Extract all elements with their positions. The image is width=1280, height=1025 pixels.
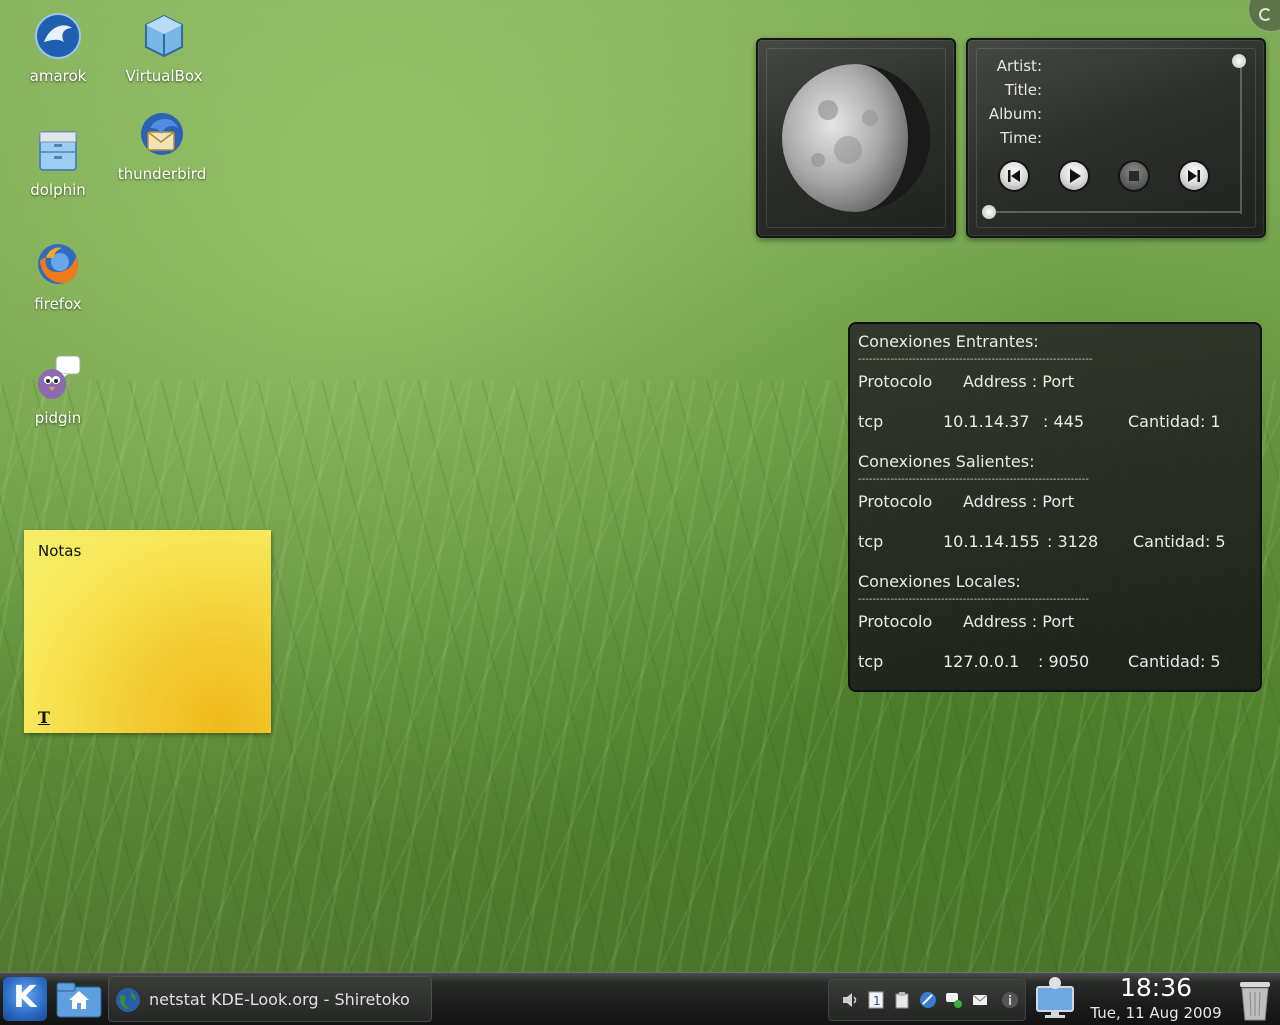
klipper-icon[interactable] xyxy=(893,991,911,1009)
info-icon[interactable] xyxy=(1001,991,1019,1009)
thunderbird-icon xyxy=(141,113,183,155)
firefox-icon xyxy=(38,244,78,284)
stop-icon xyxy=(1129,171,1139,181)
kde-icon: K xyxy=(13,980,37,1015)
protocol-value: tcp xyxy=(858,532,884,551)
seek-slider-track[interactable] xyxy=(990,211,1240,213)
count-value: Cantidad: 5 xyxy=(1133,532,1226,551)
address-header: Address : Port xyxy=(963,612,1074,631)
time-label: Time: xyxy=(1000,129,1042,147)
dolphin-icon xyxy=(39,131,77,171)
count-value: Cantidad: 1 xyxy=(1128,412,1221,431)
protocol-value: tcp xyxy=(858,652,884,671)
globe-icon xyxy=(116,988,140,1012)
task-firefox-window[interactable]: netstat KDE-Look.org - Shiretoko xyxy=(108,976,432,1022)
desktop-icon-label: pidgin xyxy=(34,409,82,427)
chat-icon[interactable] xyxy=(945,991,963,1009)
note-text[interactable]: Notas xyxy=(38,542,81,560)
desktop-icon-firefox[interactable]: firefox xyxy=(12,240,104,314)
port-value: : 3128 xyxy=(1047,532,1099,551)
desktop-icon-amarok[interactable]: amarok xyxy=(12,12,104,86)
address-header: Address : Port xyxy=(963,492,1074,511)
seek-slider-handle[interactable] xyxy=(982,205,996,219)
trash-icon[interactable] xyxy=(1236,976,1274,1022)
desktop-toolbox-button[interactable] xyxy=(1248,0,1280,32)
outgoing-heading: Conexiones Salientes: xyxy=(858,452,1035,471)
clock-date[interactable]: Tue, 11 Aug 2009 xyxy=(1082,1004,1230,1022)
title-label: Title: xyxy=(1004,81,1042,99)
count-value: Cantidad: 5 xyxy=(1128,652,1221,671)
separator: ----------------------------------------… xyxy=(858,474,1089,485)
monitor-network-icon[interactable] xyxy=(1034,977,1076,1021)
address-value: 10.1.14.37 xyxy=(943,412,1030,431)
stop-button[interactable] xyxy=(1120,162,1148,190)
address-header: Address : Port xyxy=(963,372,1074,391)
taskbar: K netstat KDE-Look.org - Shiretoko 1 18:… xyxy=(0,972,1280,1025)
desktop-icon-label: dolphin xyxy=(30,181,86,199)
desktop-icon-label: thunderbird xyxy=(117,165,207,183)
kmenu-button[interactable]: K xyxy=(3,977,47,1021)
system-tray: 1 xyxy=(828,979,1026,1021)
desktop-icon-virtualbox[interactable]: VirtualBox xyxy=(118,12,210,86)
separator: ----------------------------------------… xyxy=(858,354,1093,365)
volume-slider-handle[interactable] xyxy=(1232,54,1246,68)
protocol-header: Protocolo xyxy=(858,612,933,631)
address-value: 127.0.0.1 xyxy=(943,652,1020,671)
network-icon[interactable] xyxy=(919,991,937,1009)
play-icon xyxy=(1070,169,1081,183)
next-button[interactable] xyxy=(1180,162,1208,190)
task-title: netstat KDE-Look.org - Shiretoko xyxy=(149,990,410,1009)
netstat-widget: Conexiones Entrantes: ------------------… xyxy=(848,322,1262,692)
separator: ----------------------------------------… xyxy=(858,594,1089,605)
svg-text:1: 1 xyxy=(873,994,881,1008)
now-playing-widget: Artist: Title: Album: Time: xyxy=(966,38,1266,238)
previous-icon xyxy=(1008,170,1020,182)
album-label: Album: xyxy=(988,105,1042,123)
desktop-icon-thunderbird[interactable]: thunderbird xyxy=(116,110,208,184)
mail-icon[interactable] xyxy=(971,991,989,1009)
desktop-icon-label: VirtualBox xyxy=(125,67,203,85)
protocol-header: Protocolo xyxy=(858,372,933,391)
volume-icon[interactable] xyxy=(841,991,859,1009)
amarok-icon xyxy=(35,13,81,59)
local-heading: Conexiones Locales: xyxy=(858,572,1021,591)
pidgin-icon xyxy=(38,355,81,399)
moon-phase-widget[interactable] xyxy=(756,38,956,238)
artist-label: Artist: xyxy=(996,57,1042,75)
home-folder-button[interactable] xyxy=(55,979,103,1019)
incoming-heading: Conexiones Entrantes: xyxy=(858,332,1039,351)
clock-time[interactable]: 18:36 xyxy=(1090,973,1222,1002)
next-icon xyxy=(1188,170,1200,182)
protocol-header: Protocolo xyxy=(858,492,933,511)
clipboard-number-icon[interactable]: 1 xyxy=(867,991,885,1009)
port-value: : 9050 xyxy=(1038,652,1090,671)
desktop-icon-label: firefox xyxy=(34,295,82,313)
protocol-value: tcp xyxy=(858,412,884,431)
desktop-icon-label: amarok xyxy=(29,67,87,85)
notes-widget[interactable]: Notas T xyxy=(24,530,271,733)
play-button[interactable] xyxy=(1060,162,1088,190)
desktop-icon-pidgin[interactable]: pidgin xyxy=(12,354,104,428)
address-value: 10.1.14.155 xyxy=(943,532,1040,551)
home-folder-icon xyxy=(56,982,102,1018)
moon-icon xyxy=(782,64,930,212)
desktop-icon-dolphin[interactable]: dolphin xyxy=(12,126,104,200)
volume-slider-track[interactable] xyxy=(1240,58,1242,214)
virtualbox-icon xyxy=(145,14,183,58)
format-text-button[interactable]: T xyxy=(38,708,50,727)
port-value: : 445 xyxy=(1043,412,1085,431)
previous-button[interactable] xyxy=(1000,162,1028,190)
